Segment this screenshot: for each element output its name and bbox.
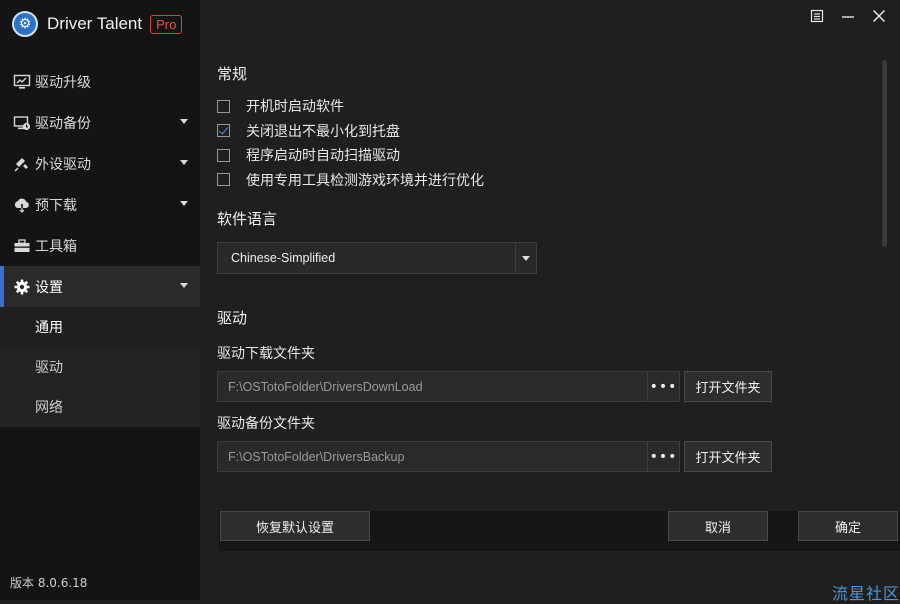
- watermark: 流星社区: [831, 584, 900, 603]
- option-no-minimize-to-tray[interactable]: 关闭退出不最小化到托盘: [217, 119, 484, 144]
- sidebar-item-toolbox[interactable]: 工具箱: [0, 225, 200, 266]
- sidebar-item-label: 外设驱动: [35, 156, 91, 173]
- option-autostart[interactable]: 开机时启动软件: [217, 94, 484, 119]
- general-options: 开机时启动软件 关闭退出不最小化到托盘 程序启动时自动扫描驱动 使用专用工具检测…: [217, 94, 484, 192]
- general-section-title: 常规: [217, 65, 248, 83]
- backup-browse-button[interactable]: •••: [647, 441, 680, 472]
- download-folder-input[interactable]: [217, 371, 648, 402]
- chevron-down-icon: [180, 160, 188, 165]
- scrollbar[interactable]: [882, 60, 887, 247]
- game-optimize-checkbox[interactable]: [217, 173, 230, 187]
- sidebar-item-settings[interactable]: 设置: [0, 266, 200, 307]
- sidebar-item-label: 设置: [35, 279, 63, 296]
- language-select-value: Chinese-Simplified: [231, 251, 336, 265]
- chevron-down-icon: [180, 201, 188, 206]
- peripheral-icon: [13, 155, 31, 173]
- chevron-down-icon[interactable]: [515, 243, 536, 273]
- sidebar: ⚙ Driver Talent Pro 驱动升级 驱动备份 外设驱动 预下载 工…: [0, 0, 200, 600]
- sidebar-item-label: 工具箱: [35, 238, 77, 255]
- sidebar-item-predownload[interactable]: 预下载: [0, 184, 200, 225]
- app-title: Driver Talent: [47, 14, 143, 33]
- option-label: 开机时启动软件: [246, 99, 344, 116]
- option-auto-scan[interactable]: 程序启动时自动扫描驱动: [217, 143, 484, 168]
- brand: ⚙ Driver Talent Pro: [12, 10, 183, 38]
- app-logo-icon: ⚙: [12, 11, 38, 37]
- sidebar-item-label: 驱动升级: [35, 74, 91, 91]
- sidebar-item-driver-update[interactable]: 驱动升级: [0, 61, 200, 102]
- option-label: 使用专用工具检测游戏环境并进行优化: [246, 172, 484, 189]
- subnav-item-driver[interactable]: 驱动: [0, 347, 200, 387]
- backup-folder-input[interactable]: [217, 441, 648, 472]
- reset-defaults-button[interactable]: 恢复默认设置: [220, 511, 370, 541]
- chevron-down-icon: [180, 119, 188, 124]
- language-section-title: 软件语言: [217, 210, 278, 228]
- open-download-folder-button[interactable]: 打开文件夹: [684, 371, 772, 402]
- auto-scan-checkbox[interactable]: [217, 148, 230, 162]
- download-folder-label: 驱动下载文件夹: [217, 346, 315, 362]
- autostart-checkbox[interactable]: [217, 99, 230, 113]
- subnav-item-general[interactable]: 通用: [0, 307, 200, 347]
- sidebar-item-peripheral-driver[interactable]: 外设驱动: [0, 143, 200, 184]
- option-game-optimize[interactable]: 使用专用工具检测游戏环境并进行优化: [217, 168, 484, 193]
- open-backup-folder-button[interactable]: 打开文件夹: [684, 441, 772, 472]
- settings-subnav: 通用 驱动 网络: [0, 307, 200, 427]
- cancel-button[interactable]: 取消: [668, 511, 768, 541]
- chevron-down-icon: [180, 283, 188, 288]
- language-select[interactable]: Chinese-Simplified: [217, 242, 537, 274]
- download-browse-button[interactable]: •••: [647, 371, 680, 402]
- sidebar-item-label: 驱动备份: [35, 115, 91, 132]
- sidebar-item-label: 预下载: [35, 197, 77, 214]
- cloud-download-icon: [13, 196, 31, 214]
- toolbox-icon: [13, 237, 31, 255]
- version-label: 版本 8.0.6.18: [10, 576, 88, 590]
- option-label: 关闭退出不最小化到托盘: [246, 123, 400, 140]
- sidebar-nav: 驱动升级 驱动备份 外设驱动 预下载 工具箱 设置 通用 驱动 网络: [0, 61, 200, 427]
- subnav-item-network[interactable]: 网络: [0, 387, 200, 427]
- driver-section-title: 驱动: [217, 309, 248, 327]
- no-minimize-to-tray-checkbox[interactable]: [217, 124, 230, 138]
- monitor-icon: [13, 73, 31, 91]
- sidebar-item-driver-backup[interactable]: 驱动备份: [0, 102, 200, 143]
- gear-icon: [13, 278, 31, 296]
- option-label: 程序启动时自动扫描驱动: [246, 148, 400, 165]
- backup-icon: [13, 114, 31, 132]
- settings-content: 常规 开机时启动软件 关闭退出不最小化到托盘 程序启动时自动扫描驱动 使用专用工…: [200, 0, 900, 603]
- ok-button[interactable]: 确定: [798, 511, 898, 541]
- backup-folder-label: 驱动备份文件夹: [217, 416, 315, 432]
- pro-badge: Pro: [150, 14, 183, 34]
